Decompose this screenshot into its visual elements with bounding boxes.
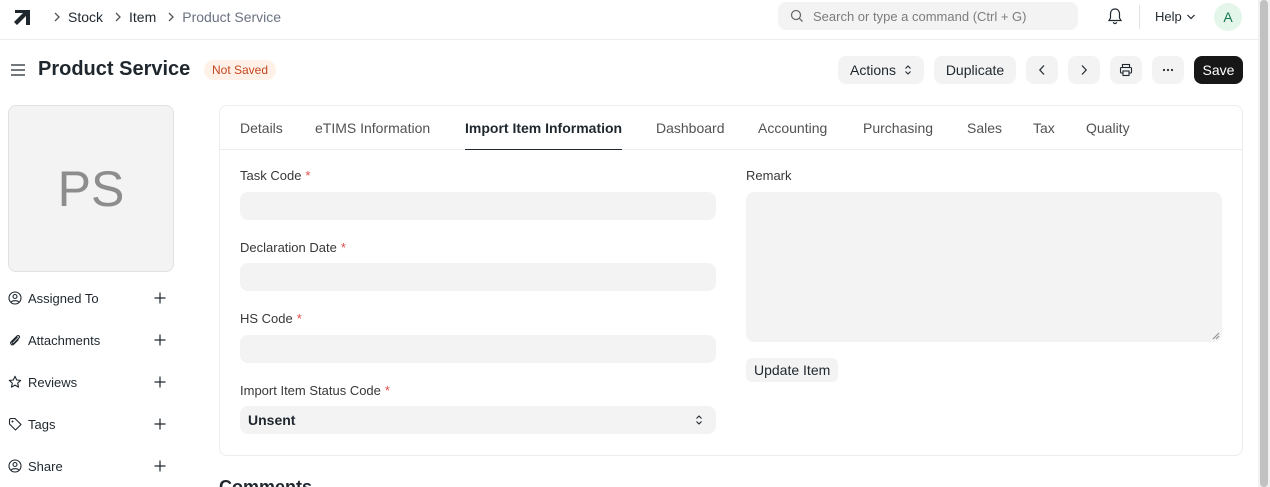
required-mark: * xyxy=(340,240,346,255)
resize-grip-icon[interactable] xyxy=(1212,332,1220,340)
plus-icon[interactable] xyxy=(153,333,167,347)
previous-record-button[interactable] xyxy=(1026,56,1058,84)
import-status-value: Unsent xyxy=(248,412,296,428)
navbar-divider xyxy=(1139,5,1140,29)
required-mark: * xyxy=(296,311,302,326)
breadcrumb: Stock Item Product Service xyxy=(50,0,289,33)
remark-label: Remark xyxy=(746,168,792,183)
required-mark: * xyxy=(384,383,390,398)
chevron-right-icon xyxy=(111,12,125,22)
app-logo-icon[interactable] xyxy=(12,6,34,28)
search-input[interactable]: Search or type a command (Ctrl + G) xyxy=(778,2,1078,30)
sidebar-item-label: Attachments xyxy=(28,332,101,348)
tab-accounting[interactable]: Accounting xyxy=(758,106,827,150)
chevron-down-icon xyxy=(1186,14,1195,19)
sidebar-toggle-icon[interactable] xyxy=(10,62,26,78)
chevron-right-icon xyxy=(50,12,64,22)
update-item-button[interactable]: Update Item xyxy=(746,358,839,382)
help-dropdown[interactable]: Help xyxy=(1155,0,1196,33)
page-scrollbar[interactable] xyxy=(1258,0,1270,487)
tab-details[interactable]: Details xyxy=(240,106,283,150)
item-image-placeholder[interactable]: PS xyxy=(8,105,174,272)
actions-button[interactable]: Actions xyxy=(838,56,924,84)
tag-icon xyxy=(8,417,22,431)
plus-icon[interactable] xyxy=(153,417,167,431)
search-icon xyxy=(790,9,803,22)
help-label: Help xyxy=(1155,9,1182,24)
sidebar-item-label: Assigned To xyxy=(28,290,99,306)
task-code-input[interactable] xyxy=(240,192,716,220)
sidebar-item-label: Reviews xyxy=(28,374,78,390)
star-icon xyxy=(8,375,22,388)
declaration-date-input[interactable] xyxy=(240,263,716,291)
actions-label: Actions xyxy=(850,62,896,78)
save-button[interactable]: Save xyxy=(1194,56,1243,84)
sidebar-item-assigned-to[interactable]: Assigned To xyxy=(8,288,170,308)
chevron-right-icon xyxy=(164,12,178,22)
sidebar-item-label: Share xyxy=(28,458,63,474)
form-card: Details eTIMS Information Import Item In… xyxy=(219,105,1243,456)
print-button[interactable] xyxy=(1110,56,1142,84)
paperclip-icon xyxy=(10,334,21,346)
breadcrumb-current[interactable]: Product Service xyxy=(182,9,281,25)
sidebar-item-attachments[interactable]: Attachments xyxy=(8,330,170,350)
sidebar-item-label: Tags xyxy=(28,416,56,432)
sidebar-item-share[interactable]: Share xyxy=(8,456,170,476)
declaration-date-label: Declaration Date * xyxy=(240,240,346,255)
form-tabs: Details eTIMS Information Import Item In… xyxy=(220,106,1242,150)
ellipsis-icon xyxy=(1162,68,1174,72)
remark-textarea[interactable] xyxy=(746,192,1222,342)
required-mark: * xyxy=(305,168,311,183)
plus-icon[interactable] xyxy=(153,375,167,389)
scrollbar-thumb[interactable] xyxy=(1260,0,1268,487)
hs-code-label: HS Code * xyxy=(240,311,302,326)
search-placeholder: Search or type a command (Ctrl + G) xyxy=(813,8,1027,24)
select-arrows-icon xyxy=(905,65,911,75)
tab-purchasing[interactable]: Purchasing xyxy=(863,106,933,150)
tab-tax[interactable]: Tax xyxy=(1033,106,1055,150)
user-assign-icon xyxy=(8,291,22,305)
breadcrumb-item[interactable]: Item xyxy=(129,9,156,25)
chevron-right-icon xyxy=(1081,65,1088,75)
import-status-label: Import Item Status Code * xyxy=(240,383,390,398)
import-status-select[interactable]: Unsent xyxy=(240,406,716,434)
hs-code-input[interactable] xyxy=(240,335,716,363)
plus-icon[interactable] xyxy=(153,459,167,473)
more-options-button[interactable] xyxy=(1152,56,1184,84)
select-arrows-icon xyxy=(696,415,702,425)
tab-sales[interactable]: Sales xyxy=(967,106,1002,150)
duplicate-button[interactable]: Duplicate xyxy=(934,56,1016,84)
task-code-label: Task Code * xyxy=(240,168,311,183)
tab-import-item-information[interactable]: Import Item Information xyxy=(465,106,623,150)
next-record-button[interactable] xyxy=(1068,56,1100,84)
printer-icon xyxy=(1119,63,1133,77)
comments-heading: Comments xyxy=(219,477,313,487)
page-title: Product Service xyxy=(38,58,191,80)
tab-quality[interactable]: Quality xyxy=(1086,106,1130,150)
plus-icon[interactable] xyxy=(153,291,167,305)
sidebar-item-reviews[interactable]: Reviews xyxy=(8,372,170,392)
breadcrumb-stock[interactable]: Stock xyxy=(68,9,103,25)
navbar: Stock Item Product Service Search or typ… xyxy=(0,0,1258,40)
tab-dashboard[interactable]: Dashboard xyxy=(656,106,725,150)
status-badge: Not Saved xyxy=(204,60,277,80)
notification-bell-icon[interactable] xyxy=(1107,7,1123,25)
sidebar-item-tags[interactable]: Tags xyxy=(8,414,170,434)
user-avatar[interactable]: A xyxy=(1214,3,1242,31)
tab-etims-information[interactable]: eTIMS Information xyxy=(315,106,430,150)
chevron-left-icon xyxy=(1038,65,1045,75)
share-user-icon xyxy=(8,459,22,473)
